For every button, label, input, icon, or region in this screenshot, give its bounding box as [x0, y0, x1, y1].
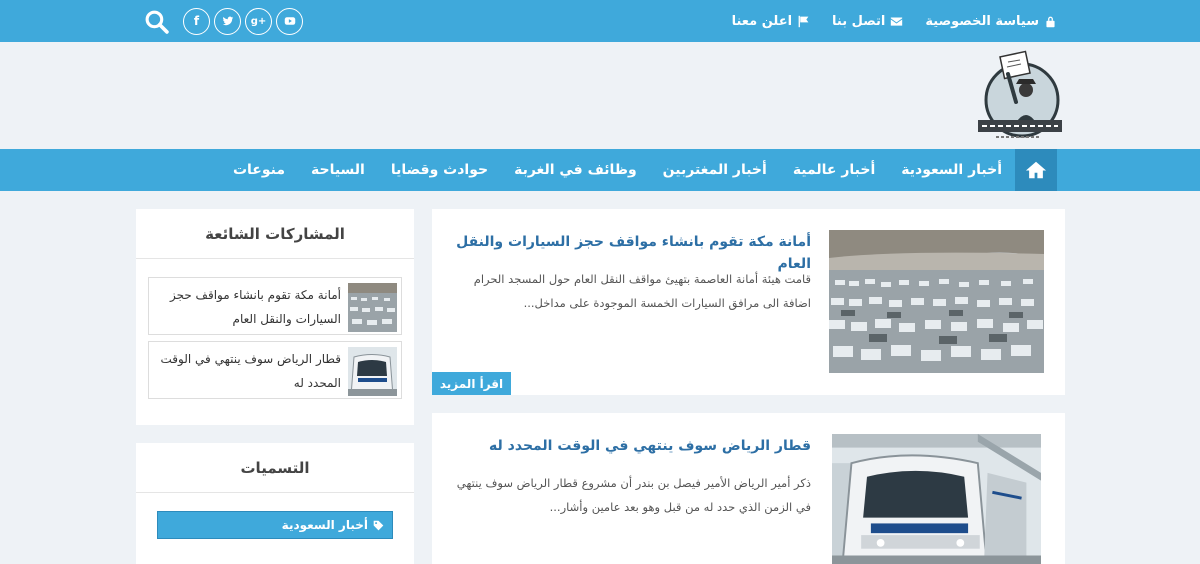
advertise-label: اعلن معنا: [731, 13, 793, 29]
facebook-icon: f: [193, 14, 200, 28]
post-thumbnail-parking[interactable]: [829, 230, 1044, 373]
popular-post-thumbnail: [348, 283, 397, 332]
post-excerpt: قامت هيئة أمانة العاصمة بتهيئ مواقف النق…: [473, 272, 811, 310]
home-icon: [1025, 161, 1047, 179]
privacy-policy-label: سياسة الخصوصية: [925, 13, 1039, 29]
popular-post-thumbnail: [348, 347, 397, 396]
nav-saudi-news[interactable]: أخبار السعودية: [888, 162, 1015, 178]
main-nav: أخبار السعودية أخبار عالمية أخبار المغتر…: [0, 149, 1200, 191]
advertise-link[interactable]: اعلن معنا: [732, 14, 810, 29]
popular-post-title: أمانة مكة تقوم بانشاء مواقف حجز السيارات…: [169, 288, 341, 326]
home-button[interactable]: [1015, 149, 1057, 191]
popular-post-item[interactable]: أمانة مكة تقوم بانشاء مواقف حجز السيارات…: [148, 277, 402, 335]
post-card: أمانة مكة تقوم بانشاء مواقف حجز السيارات…: [432, 209, 1065, 395]
contact-us-link[interactable]: اتصل بنا: [832, 14, 903, 29]
envelope-icon: [891, 16, 903, 26]
search-icon: [145, 10, 169, 34]
nav-world-news[interactable]: أخبار عالمية: [780, 162, 888, 178]
popular-post-title: قطار الرياض سوف ينتهي في الوقت المحدد له: [160, 352, 341, 390]
nav-misc[interactable]: منوعات: [220, 162, 298, 178]
labels-title: التسميات: [136, 443, 414, 493]
nav-expat-news[interactable]: أخبار المغتربين: [650, 162, 780, 178]
post-title[interactable]: قطار الرياض سوف ينتهي في الوقت المحدد له: [451, 435, 811, 457]
lock-icon: [1046, 16, 1055, 27]
main-nav-items: أخبار السعودية أخبار عالمية أخبار المغتر…: [220, 149, 1057, 191]
site-logo[interactable]: [972, 50, 1064, 145]
nav-expat-jobs[interactable]: وظائف في الغربة: [501, 162, 650, 178]
popular-post-item[interactable]: قطار الرياض سوف ينتهي في الوقت المحدد له: [148, 341, 402, 399]
nav-tourism[interactable]: السياحة: [298, 162, 378, 178]
post-card: قطار الرياض سوف ينتهي في الوقت المحدد له…: [432, 413, 1065, 564]
read-more-button[interactable]: اقرأ المزيد: [432, 372, 511, 395]
post-thumbnail-train[interactable]: [829, 434, 1044, 564]
tag-icon: [373, 520, 384, 530]
top-links: سياسة الخصوصية اتصل بنا اعلن معنا: [732, 0, 1057, 42]
google-plus-icon: g+: [250, 15, 267, 27]
site-header: [0, 42, 1200, 149]
google-plus-button[interactable]: g+: [245, 7, 272, 35]
top-bar: سياسة الخصوصية اتصل بنا اعلن معنا f g+: [0, 0, 1200, 42]
label-saudi-news[interactable]: أخبار السعودية: [157, 511, 393, 539]
top-tools: f g+: [141, 0, 303, 42]
popular-posts-title: المشاركات الشائعة: [136, 209, 414, 259]
contact-us-label: اتصل بنا: [832, 13, 886, 29]
youtube-icon: [284, 17, 295, 25]
privacy-policy-link[interactable]: سياسة الخصوصية: [925, 14, 1057, 29]
facebook-button[interactable]: f: [183, 7, 210, 35]
search-button[interactable]: [141, 6, 171, 36]
youtube-button[interactable]: [276, 7, 303, 35]
popular-posts-widget: المشاركات الشائعة أمانة مكة تقوم بانشاء …: [136, 209, 414, 425]
twitter-icon: [222, 16, 233, 26]
labels-widget: التسميات أخبار السعودية: [136, 443, 414, 564]
twitter-button[interactable]: [214, 7, 241, 35]
post-excerpt: ذكر أمير الرياض الأمير فيصل بن بندر أن م…: [456, 476, 811, 514]
flag-icon: [798, 15, 809, 27]
label-text: أخبار السعودية: [281, 518, 368, 532]
nav-incidents[interactable]: حوادث وقضايا: [378, 162, 501, 178]
